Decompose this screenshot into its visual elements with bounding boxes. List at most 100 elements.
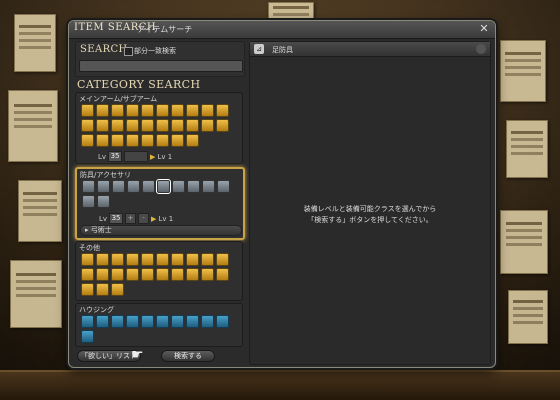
neck-icon[interactable] [187, 180, 200, 193]
tool1-icon[interactable] [216, 104, 229, 117]
metal-icon[interactable] [171, 253, 184, 266]
gather5-icon[interactable] [81, 134, 94, 147]
level-minus-button[interactable]: - [138, 213, 150, 224]
gather6-icon[interactable] [96, 134, 109, 147]
wrist-icon[interactable] [217, 180, 230, 193]
gather1-icon[interactable] [171, 119, 184, 132]
h2-icon[interactable] [96, 315, 109, 328]
hand-cursor-icon: ☛ [131, 347, 144, 363]
head-icon[interactable] [82, 180, 95, 193]
background-poster [506, 120, 548, 178]
crystal-icon[interactable] [126, 268, 139, 281]
close-icon[interactable]: ✕ [478, 23, 490, 35]
h3-icon[interactable] [111, 315, 124, 328]
housing-group: ハウジング [75, 303, 243, 347]
shield-icon[interactable] [82, 195, 95, 208]
h10-icon[interactable] [216, 315, 229, 328]
gather3-icon[interactable] [201, 119, 214, 132]
bone-icon[interactable] [81, 268, 94, 281]
craft1-icon[interactable] [111, 134, 124, 147]
material2-icon[interactable] [141, 253, 154, 266]
results-message-line: 「検索する」ボタンを押してください。 [307, 216, 433, 224]
book-icon[interactable] [156, 104, 169, 117]
partial-match-checkbox[interactable] [124, 47, 133, 56]
staff-icon[interactable] [141, 104, 154, 117]
belt-icon[interactable] [97, 195, 110, 208]
food-icon[interactable] [81, 253, 94, 266]
h6-icon[interactable] [156, 315, 169, 328]
fist-icon[interactable] [171, 104, 184, 117]
tool2-icon[interactable] [81, 119, 94, 132]
craft2-icon[interactable] [126, 134, 139, 147]
search-panel: SEARCH 部分一致検索 CATEGORY SEARCH メインアーム/サブア… [75, 41, 245, 363]
craft4-icon[interactable] [156, 134, 169, 147]
shield-icon[interactable] [156, 119, 169, 132]
craft6-icon[interactable] [186, 134, 199, 147]
ingredient-icon[interactable] [111, 268, 124, 281]
part-icon[interactable] [186, 268, 199, 281]
chocobo-icon[interactable] [96, 283, 109, 296]
wood-icon[interactable] [186, 253, 199, 266]
waist-icon[interactable] [127, 180, 140, 193]
h5-icon[interactable] [141, 315, 154, 328]
catalyst-icon[interactable] [141, 268, 154, 281]
gather2-icon[interactable] [186, 119, 199, 132]
background-poster [18, 180, 62, 242]
tool4-icon[interactable] [111, 119, 124, 132]
craft5-icon[interactable] [171, 134, 184, 147]
h11-icon[interactable] [81, 330, 94, 343]
legs-icon[interactable] [142, 180, 155, 193]
tool3-icon[interactable] [96, 119, 109, 132]
level-slider[interactable] [124, 151, 149, 162]
minion-icon[interactable] [81, 283, 94, 296]
h9-icon[interactable] [201, 315, 214, 328]
class-selector[interactable]: ▸ 弓術士 [80, 225, 242, 236]
cloth-icon[interactable] [201, 253, 214, 266]
stone-icon[interactable] [156, 253, 169, 266]
level-label: Lv [99, 214, 108, 223]
medicine-icon[interactable] [111, 253, 124, 266]
bow-icon[interactable] [126, 104, 139, 117]
spear-icon[interactable] [111, 104, 124, 117]
gather4-icon[interactable] [216, 119, 229, 132]
tool6-icon[interactable] [141, 119, 154, 132]
body-icon[interactable] [97, 180, 110, 193]
hands-icon[interactable] [112, 180, 125, 193]
potion-icon[interactable] [96, 253, 109, 266]
sword2-icon[interactable] [186, 104, 199, 117]
level-plus-button[interactable]: + [125, 213, 137, 224]
reagent-icon[interactable] [96, 268, 109, 281]
axe-icon[interactable] [96, 104, 109, 117]
level-input[interactable]: 35 [108, 151, 123, 162]
h7-icon[interactable] [171, 315, 184, 328]
window-titlebar[interactable]: ITEM SEARCH アイテムサーチ ✕ [69, 21, 495, 39]
armor-group: 防具/アクセサリ Lv 35 + - ▶ Lv 1 ▸ 弓術士 [75, 167, 245, 240]
sword-icon[interactable] [81, 104, 94, 117]
lance-icon[interactable] [201, 104, 214, 117]
dye-icon[interactable] [171, 268, 184, 281]
level-input[interactable]: 35 [109, 213, 124, 224]
triad-icon[interactable] [111, 283, 124, 296]
tool5-icon[interactable] [126, 119, 139, 132]
seeds-icon[interactable] [216, 268, 229, 281]
furnish-icon[interactable] [201, 268, 214, 281]
class-selector-label: 弓術士 [90, 226, 112, 234]
background-poster [8, 90, 58, 162]
search-button[interactable]: 検索する [161, 350, 215, 362]
background-shelf [0, 370, 560, 400]
misc-icon[interactable] [156, 268, 169, 281]
background-poster [500, 40, 546, 102]
ear-icon[interactable] [202, 180, 215, 193]
arrow-right-icon: ▶ [151, 214, 157, 223]
leather-icon[interactable] [216, 253, 229, 266]
feet-icon[interactable] [156, 179, 171, 194]
search-input[interactable] [79, 60, 243, 72]
craft3-icon[interactable] [141, 134, 154, 147]
h8-icon[interactable] [186, 315, 199, 328]
h4-icon[interactable] [126, 315, 139, 328]
material1-icon[interactable] [126, 253, 139, 266]
ring-icon[interactable] [172, 180, 185, 193]
h1-icon[interactable] [81, 315, 94, 328]
results-panel: ⊿ 足防具 装備レベルと装備可能クラスを選んでから 「検索する」ボタンを押してく… [249, 41, 491, 365]
sort-icon[interactable] [476, 44, 486, 54]
